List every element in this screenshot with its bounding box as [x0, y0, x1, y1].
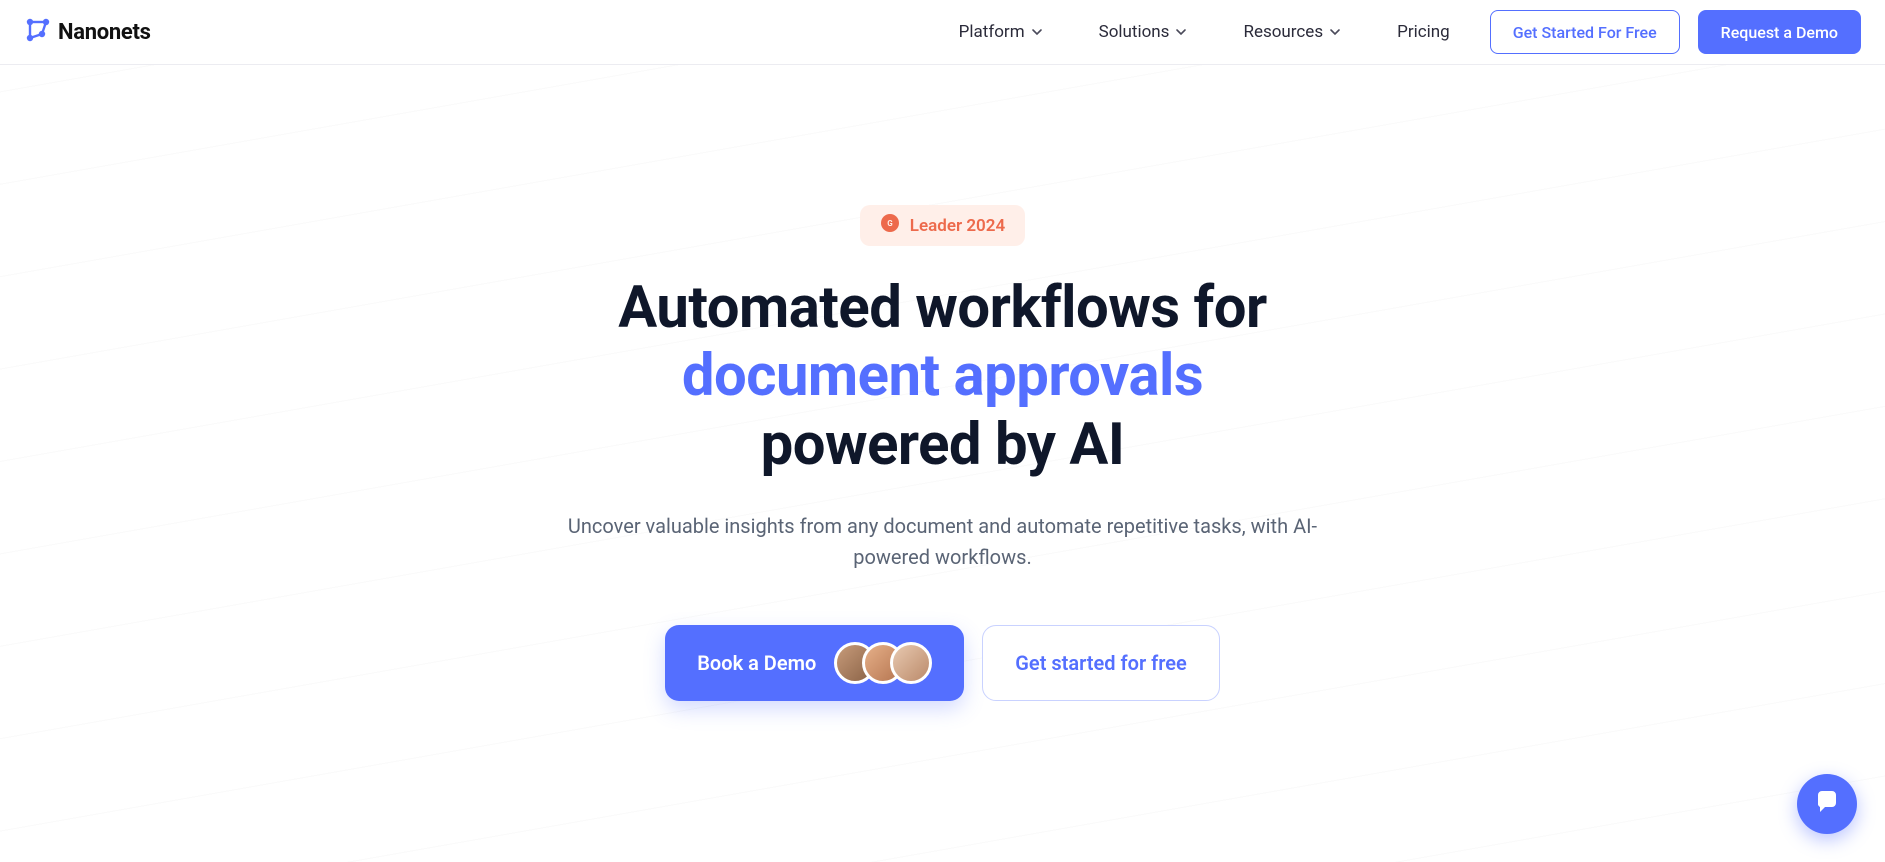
svg-text:G: G [887, 219, 893, 228]
title-line1: Automated workflows for [618, 274, 1266, 342]
badge-text: Leader 2024 [910, 216, 1005, 236]
nav-label: Resources [1243, 22, 1323, 42]
nav-label: Solutions [1099, 22, 1170, 42]
hero-cta-row: Book a Demo Get started for free [0, 625, 1885, 701]
nav-links: Platform Solutions Resources Pricing [959, 22, 1450, 42]
avatar [890, 642, 932, 684]
button-label: Book a Demo [697, 651, 816, 675]
nav-item-solutions[interactable]: Solutions [1099, 22, 1188, 42]
logo-icon [24, 16, 52, 48]
top-nav: Nanonets Platform Solutions Resources Pr… [0, 0, 1885, 65]
leader-badge: G Leader 2024 [860, 205, 1025, 246]
get-started-button[interactable]: Get Started For Free [1490, 10, 1680, 54]
g2-icon: G [880, 213, 900, 238]
chevron-down-icon [1031, 26, 1043, 38]
nav-item-pricing[interactable]: Pricing [1397, 22, 1450, 42]
title-accent: document approvals [682, 342, 1203, 410]
nav-item-platform[interactable]: Platform [959, 22, 1043, 42]
chat-icon [1812, 787, 1842, 821]
hero-subtitle: Uncover valuable insights from any docum… [533, 511, 1353, 573]
button-label: Request a Demo [1721, 23, 1838, 42]
hero-section: G Leader 2024 Automated workflows for do… [0, 65, 1885, 701]
book-demo-button[interactable]: Book a Demo [665, 625, 964, 701]
get-started-free-button[interactable]: Get started for free [982, 625, 1219, 701]
chat-widget-button[interactable] [1797, 774, 1857, 834]
nav-label: Pricing [1397, 22, 1450, 42]
nav-actions: Get Started For Free Request a Demo [1490, 10, 1861, 54]
hero-title: Automated workflows for document approva… [0, 274, 1885, 479]
chevron-down-icon [1175, 26, 1187, 38]
brand-name: Nanonets [58, 20, 151, 45]
brand-logo[interactable]: Nanonets [24, 16, 151, 48]
team-avatars [834, 642, 932, 684]
nav-item-resources[interactable]: Resources [1243, 22, 1341, 42]
button-label: Get Started For Free [1513, 23, 1657, 42]
button-label: Get started for free [1015, 651, 1186, 675]
title-line3: powered by AI [761, 411, 1125, 479]
chevron-down-icon [1329, 26, 1341, 38]
request-demo-button[interactable]: Request a Demo [1698, 10, 1861, 54]
nav-label: Platform [959, 22, 1025, 42]
